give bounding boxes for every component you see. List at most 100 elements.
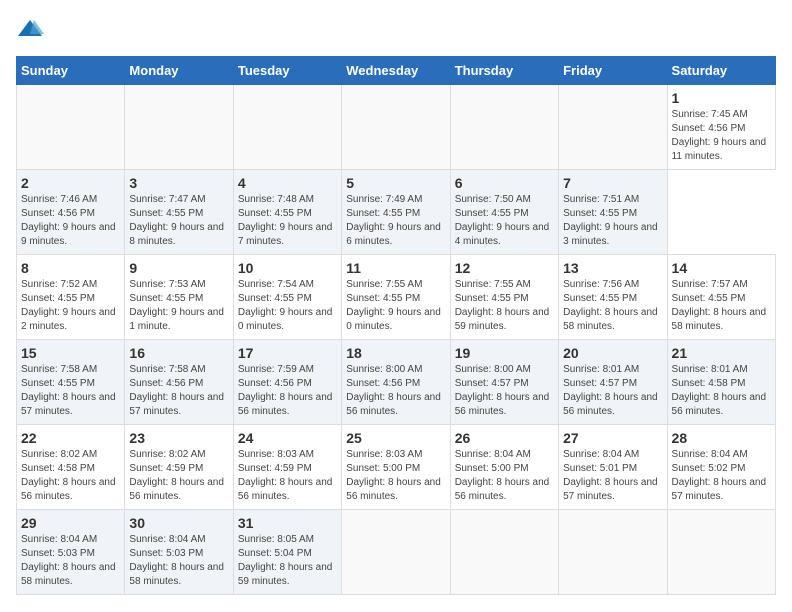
day-detail: Sunrise: 8:02 AMSunset: 4:58 PMDaylight:… <box>21 448 120 504</box>
day-number: 20 <box>563 345 662 361</box>
day-number: 3 <box>129 175 228 191</box>
day-header-sunday: Sunday <box>17 57 125 85</box>
day-detail: Sunrise: 8:04 AMSunset: 5:03 PMDaylight:… <box>21 533 120 589</box>
calendar-cell: 11 Sunrise: 7:55 AMSunset: 4:55 PMDayligh… <box>342 255 450 340</box>
day-detail: Sunrise: 7:45 AMSunset: 4:56 PMDaylight:… <box>672 108 771 164</box>
day-detail: Sunrise: 7:58 AMSunset: 4:55 PMDaylight:… <box>21 363 120 419</box>
day-number: 2 <box>21 175 120 191</box>
calendar-cell: 9 Sunrise: 7:53 AMSunset: 4:55 PMDaylight… <box>125 255 233 340</box>
day-number: 29 <box>21 515 120 531</box>
day-number: 9 <box>129 260 228 276</box>
day-detail: Sunrise: 8:05 AMSunset: 5:04 PMDaylight:… <box>238 533 337 589</box>
calendar-cell <box>450 85 558 170</box>
calendar-cell: 29 Sunrise: 8:04 AMSunset: 5:03 PMDayligh… <box>17 510 125 595</box>
day-detail: Sunrise: 8:02 AMSunset: 4:59 PMDaylight:… <box>129 448 228 504</box>
page-header <box>16 16 776 44</box>
day-detail: Sunrise: 7:50 AMSunset: 4:55 PMDaylight:… <box>455 193 554 249</box>
calendar-cell: 8Sunrise: 7:52 AMSunset: 4:55 PMDaylight… <box>17 255 125 340</box>
calendar-cell <box>559 85 667 170</box>
day-number: 11 <box>346 260 445 276</box>
day-number: 30 <box>129 515 228 531</box>
day-detail: Sunrise: 7:55 AMSunset: 4:55 PMDaylight:… <box>455 278 554 334</box>
day-detail: Sunrise: 8:00 AMSunset: 4:57 PMDaylight:… <box>455 363 554 419</box>
calendar-cell <box>667 510 775 595</box>
calendar-table: SundayMondayTuesdayWednesdayThursdayFrid… <box>16 56 776 595</box>
day-header-tuesday: Tuesday <box>233 57 341 85</box>
calendar-cell: 19 Sunrise: 8:00 AMSunset: 4:57 PMDayligh… <box>450 340 558 425</box>
day-detail: Sunrise: 7:51 AMSunset: 4:55 PMDaylight:… <box>563 193 662 249</box>
calendar-cell: 14Sunrise: 7:57 AMSunset: 4:55 PMDayligh… <box>667 255 775 340</box>
day-detail: Sunrise: 7:47 AMSunset: 4:55 PMDaylight:… <box>129 193 228 249</box>
day-detail: Sunrise: 8:04 AMSunset: 5:00 PMDaylight:… <box>455 448 554 504</box>
day-number: 28 <box>672 430 771 446</box>
calendar-week-row: 2 Sunrise: 7:46 AMSunset: 4:56 PMDaylight… <box>17 170 776 255</box>
calendar-cell: 30 Sunrise: 8:04 AMSunset: 5:03 PMDayligh… <box>125 510 233 595</box>
calendar-cell <box>125 85 233 170</box>
day-number: 17 <box>238 345 337 361</box>
calendar-cell <box>17 85 125 170</box>
day-number: 16 <box>129 345 228 361</box>
calendar-cell: 1 Sunrise: 7:45 AMSunset: 4:56 PMDaylight… <box>667 85 775 170</box>
day-header-monday: Monday <box>125 57 233 85</box>
calendar-header-row: SundayMondayTuesdayWednesdayThursdayFrid… <box>17 57 776 85</box>
day-detail: Sunrise: 8:03 AMSunset: 5:00 PMDaylight:… <box>346 448 445 504</box>
day-header-friday: Friday <box>559 57 667 85</box>
day-number: 12 <box>455 260 554 276</box>
day-header-saturday: Saturday <box>667 57 775 85</box>
day-number: 1 <box>672 90 771 106</box>
day-number: 4 <box>238 175 337 191</box>
day-number: 25 <box>346 430 445 446</box>
calendar-week-row: 22 Sunrise: 8:02 AMSunset: 4:58 PMDayligh… <box>17 425 776 510</box>
calendar-week-row: 15 Sunrise: 7:58 AMSunset: 4:55 PMDayligh… <box>17 340 776 425</box>
calendar-cell: 15 Sunrise: 7:58 AMSunset: 4:55 PMDayligh… <box>17 340 125 425</box>
calendar-cell: 26 Sunrise: 8:04 AMSunset: 5:00 PMDayligh… <box>450 425 558 510</box>
calendar-cell: 25 Sunrise: 8:03 AMSunset: 5:00 PMDayligh… <box>342 425 450 510</box>
calendar-cell: 2 Sunrise: 7:46 AMSunset: 4:56 PMDaylight… <box>17 170 125 255</box>
day-detail: Sunrise: 8:04 AMSunset: 5:02 PMDaylight:… <box>672 448 771 504</box>
day-detail: Sunrise: 8:03 AMSunset: 4:59 PMDaylight:… <box>238 448 337 504</box>
day-number: 10 <box>238 260 337 276</box>
day-number: 6 <box>455 175 554 191</box>
day-number: 21 <box>672 345 771 361</box>
day-number: 22 <box>21 430 120 446</box>
day-number: 13 <box>563 260 662 276</box>
calendar-cell: 24 Sunrise: 8:03 AMSunset: 4:59 PMDayligh… <box>233 425 341 510</box>
day-number: 18 <box>346 345 445 361</box>
logo-icon <box>16 16 44 44</box>
calendar-cell <box>342 510 450 595</box>
day-detail: Sunrise: 7:53 AMSunset: 4:55 PMDaylight:… <box>129 278 228 334</box>
day-number: 15 <box>21 345 120 361</box>
day-number: 19 <box>455 345 554 361</box>
day-header-wednesday: Wednesday <box>342 57 450 85</box>
day-detail: Sunrise: 7:55 AMSunset: 4:55 PMDaylight:… <box>346 278 445 334</box>
calendar-cell <box>450 510 558 595</box>
calendar-cell: 4 Sunrise: 7:48 AMSunset: 4:55 PMDaylight… <box>233 170 341 255</box>
day-detail: Sunrise: 7:46 AMSunset: 4:56 PMDaylight:… <box>21 193 120 249</box>
calendar-cell: 5Sunrise: 7:49 AMSunset: 4:55 PMDaylight… <box>342 170 450 255</box>
calendar-cell: 20 Sunrise: 8:01 AMSunset: 4:57 PMDayligh… <box>559 340 667 425</box>
calendar-cell: 23Sunrise: 8:02 AMSunset: 4:59 PMDayligh… <box>125 425 233 510</box>
day-number: 24 <box>238 430 337 446</box>
day-number: 27 <box>563 430 662 446</box>
day-detail: Sunrise: 8:04 AMSunset: 5:03 PMDaylight:… <box>129 533 228 589</box>
calendar-cell: 10Sunrise: 7:54 AMSunset: 4:55 PMDayligh… <box>233 255 341 340</box>
calendar-cell: 3 Sunrise: 7:47 AMSunset: 4:55 PMDaylight… <box>125 170 233 255</box>
calendar-cell: 13 Sunrise: 7:56 AMSunset: 4:55 PMDayligh… <box>559 255 667 340</box>
day-detail: Sunrise: 7:59 AMSunset: 4:56 PMDaylight:… <box>238 363 337 419</box>
day-detail: Sunrise: 7:48 AMSunset: 4:55 PMDaylight:… <box>238 193 337 249</box>
day-detail: Sunrise: 8:01 AMSunset: 4:58 PMDaylight:… <box>672 363 771 419</box>
calendar-cell: 18Sunrise: 8:00 AMSunset: 4:56 PMDayligh… <box>342 340 450 425</box>
logo <box>16 16 48 44</box>
calendar-cell: 16Sunrise: 7:58 AMSunset: 4:56 PMDayligh… <box>125 340 233 425</box>
calendar-week-row: 1 Sunrise: 7:45 AMSunset: 4:56 PMDaylight… <box>17 85 776 170</box>
calendar-cell: 21 Sunrise: 8:01 AMSunset: 4:58 PMDayligh… <box>667 340 775 425</box>
day-number: 7 <box>563 175 662 191</box>
day-number: 8 <box>21 260 120 276</box>
day-number: 26 <box>455 430 554 446</box>
calendar-cell: 12 Sunrise: 7:55 AMSunset: 4:55 PMDayligh… <box>450 255 558 340</box>
day-number: 14 <box>672 260 771 276</box>
day-detail: Sunrise: 8:01 AMSunset: 4:57 PMDaylight:… <box>563 363 662 419</box>
day-header-thursday: Thursday <box>450 57 558 85</box>
calendar-cell: 27Sunrise: 8:04 AMSunset: 5:01 PMDayligh… <box>559 425 667 510</box>
day-detail: Sunrise: 7:56 AMSunset: 4:55 PMDaylight:… <box>563 278 662 334</box>
